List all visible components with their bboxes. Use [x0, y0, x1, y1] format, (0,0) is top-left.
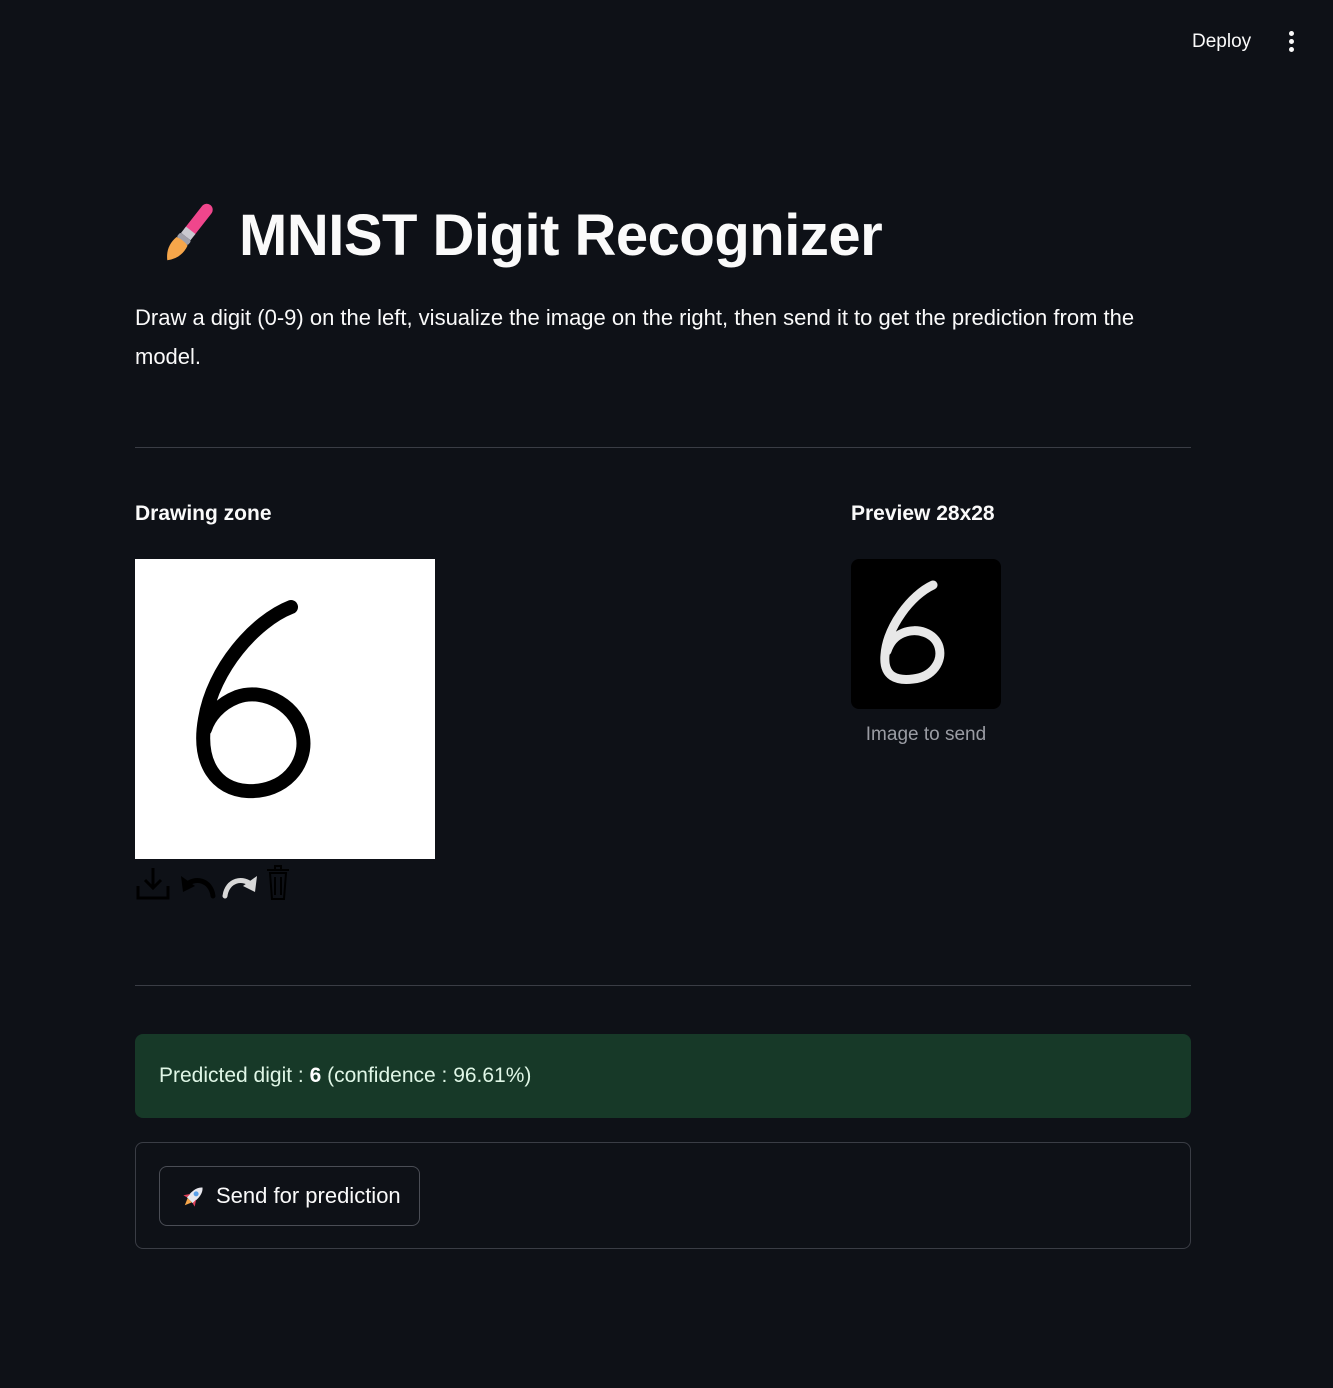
prediction-result-alert: Predicted digit : 6 (confidence : 96.61%…: [135, 1034, 1191, 1118]
result-prefix: Predicted digit :: [159, 1064, 310, 1087]
kebab-menu-icon[interactable]: [1278, 26, 1306, 58]
drawing-canvas[interactable]: [135, 559, 435, 859]
divider-top: [135, 447, 1191, 448]
rocket-icon: [183, 1187, 203, 1207]
result-confidence: (confidence : 96.61%): [321, 1064, 532, 1087]
canvas-toolbar: [135, 864, 303, 902]
page-description: Draw a digit (0-9) on the left, visualiz…: [135, 305, 1135, 369]
divider-bottom: [135, 985, 1191, 986]
prediction-form: Send for prediction: [135, 1142, 1191, 1249]
download-icon[interactable]: [135, 864, 177, 902]
page-title: MNIST Digit Recognizer: [239, 202, 883, 268]
top-bar: Deploy: [0, 0, 1333, 80]
trash-icon[interactable]: [261, 864, 303, 902]
drawing-zone-heading: Drawing zone: [135, 502, 272, 525]
send-for-prediction-button[interactable]: Send for prediction: [159, 1166, 420, 1226]
send-button-label: Send for prediction: [216, 1183, 401, 1208]
preview-image: [851, 559, 1001, 709]
paintbrush-icon: [167, 203, 213, 261]
title-row: MNIST Digit Recognizer: [135, 195, 883, 275]
undo-icon[interactable]: [177, 864, 219, 902]
preview-heading: Preview 28x28: [851, 502, 995, 525]
result-digit: 6: [309, 1064, 322, 1087]
deploy-button[interactable]: Deploy: [1182, 27, 1261, 57]
preview-caption: Image to send: [865, 724, 987, 745]
redo-icon[interactable]: [219, 864, 261, 902]
drawn-digit-stroke: [196, 600, 311, 799]
